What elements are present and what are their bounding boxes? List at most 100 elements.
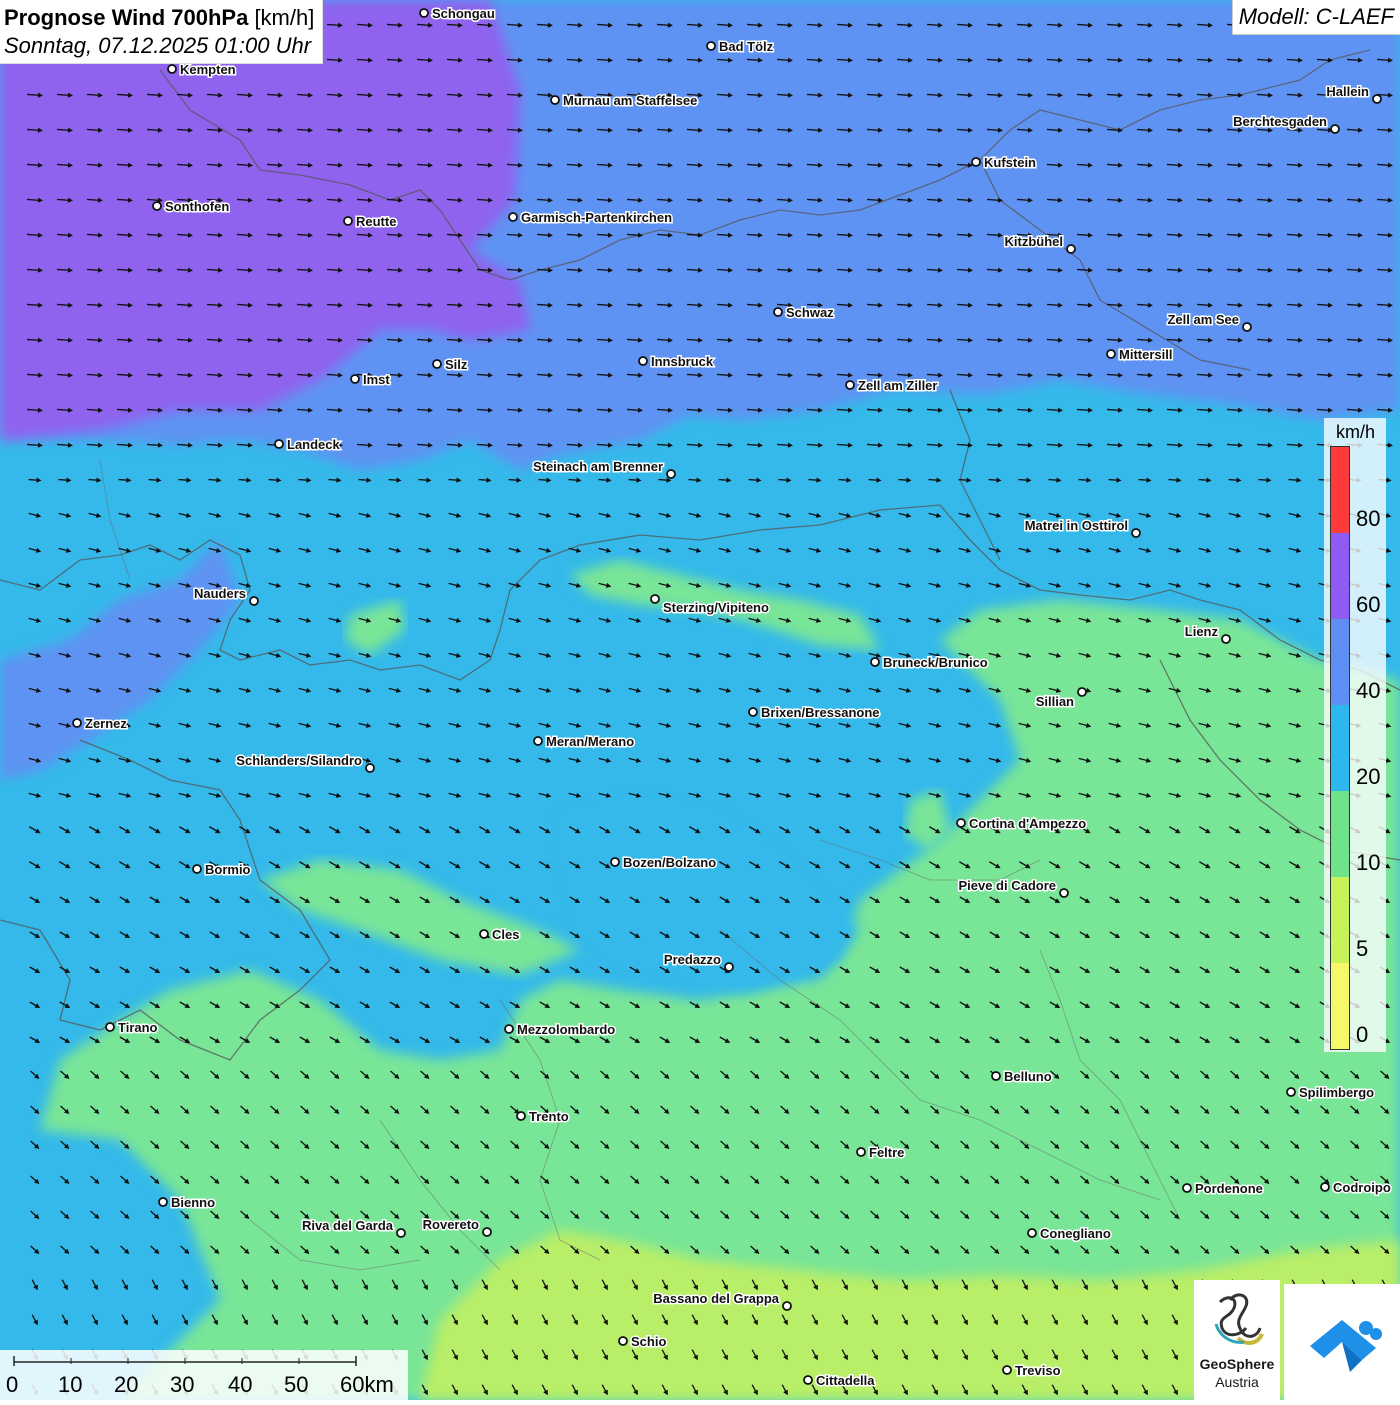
- city-label: Predazzo: [664, 952, 721, 967]
- city-dot: [1182, 1183, 1192, 1193]
- city-dot: [419, 8, 429, 18]
- scale-bar-label: 20: [114, 1372, 139, 1397]
- city-dot: [479, 929, 489, 939]
- city-label: Feltre: [869, 1145, 904, 1160]
- city-dot: [1059, 888, 1069, 898]
- city-dot: [192, 864, 202, 874]
- city-label: Brixen/Bressanone: [761, 705, 880, 720]
- geosphere-name: GeoSphere: [1199, 1356, 1275, 1372]
- city-label: Zernez: [85, 716, 127, 731]
- map-title: Prognose Wind 700hPa [km/h]: [4, 4, 314, 32]
- city-label: Bassano del Grappa: [653, 1291, 779, 1306]
- city-label: Pieve di Cadore: [958, 878, 1056, 893]
- wind-map: Schongau Bad Tölz Kempten Murnau am Staffel…: [0, 0, 1400, 1400]
- city-label: Murnau am Staffelsee: [563, 93, 697, 108]
- city-marker: Bozen/Bolzano: [610, 854, 718, 872]
- city-dot: [482, 1227, 492, 1237]
- legend-color-segment: [1331, 447, 1349, 533]
- city-dot: [845, 380, 855, 390]
- legend-label: 0: [1356, 1022, 1369, 1047]
- app-logo: [1284, 1284, 1400, 1400]
- city-dot: [773, 307, 783, 317]
- city-dot: [167, 64, 177, 74]
- city-label: Mezzolombardo: [517, 1022, 615, 1037]
- city-label: Garmisch-Partenkirchen: [521, 210, 672, 225]
- scale-bar-label: 40: [228, 1372, 253, 1397]
- city-marker: Schongau: [419, 5, 496, 23]
- city-label: Nauders: [194, 586, 246, 601]
- legend-label: 40: [1356, 678, 1381, 703]
- cloud-arrow-logo-icon: [1310, 1320, 1382, 1372]
- city-label: Codroipo: [1333, 1180, 1391, 1195]
- scale-bar-label: 30: [170, 1372, 195, 1397]
- legend-color-segment: [1331, 791, 1349, 877]
- title-main: Prognose Wind 700hPa: [4, 5, 249, 30]
- city-dot: [1330, 124, 1340, 134]
- city-label: Sterzing/Vipiteno: [663, 600, 769, 615]
- city-dot: [706, 41, 716, 51]
- scale-bar-label: 60km: [340, 1372, 394, 1397]
- city-dot: [1106, 349, 1116, 359]
- city-label: Kufstein: [984, 155, 1036, 170]
- city-dot: [1372, 94, 1382, 104]
- city-label: Silz: [445, 357, 468, 372]
- scale-bar-label: 10: [58, 1372, 83, 1397]
- city-marker: Sonthofen: [152, 198, 231, 216]
- city-dot: [991, 1071, 1001, 1081]
- city-label: Riva del Garda: [302, 1218, 394, 1233]
- city-dot: [1131, 528, 1141, 538]
- city-dot: [432, 359, 442, 369]
- city-marker: Brixen/Bressanone: [748, 704, 881, 722]
- city-label: Schongau: [432, 6, 495, 21]
- city-dot: [343, 216, 353, 226]
- city-label: Treviso: [1015, 1363, 1061, 1378]
- city-label: Bienno: [171, 1195, 215, 1210]
- city-label: Lienz: [1185, 624, 1219, 639]
- city-label: Innsbruck: [651, 354, 714, 369]
- city-label: Mittersill: [1119, 347, 1172, 362]
- model-label: Modell: C-LAEF: [1231, 0, 1400, 35]
- city-label: Conegliano: [1040, 1226, 1111, 1241]
- city-label: Steinach am Brenner: [533, 459, 663, 474]
- city-label: Bruneck/Brunico: [883, 655, 988, 670]
- city-dot: [249, 596, 259, 606]
- legend-label: 20: [1356, 764, 1381, 789]
- city-label: Schwaz: [786, 305, 834, 320]
- city-marker: Mezzolombardo: [504, 1021, 617, 1039]
- city-label: Berchtesgaden: [1233, 114, 1327, 129]
- city-marker: Innsbruck: [638, 353, 715, 371]
- city-label: Spilimbergo: [1299, 1085, 1374, 1100]
- city-dot: [1002, 1365, 1012, 1375]
- map-title-box: Prognose Wind 700hPa [km/h] Sonntag, 07.…: [0, 0, 324, 64]
- city-dot: [1221, 634, 1231, 644]
- city-dot: [638, 356, 648, 366]
- city-label: Zell am See: [1167, 312, 1239, 327]
- city-marker: Cortina d'Ampezzo: [956, 815, 1088, 833]
- city-marker: Bruneck/Brunico: [870, 654, 989, 672]
- city-dot: [365, 763, 375, 773]
- city-label: Bozen/Bolzano: [623, 855, 716, 870]
- city-label: Bad Tölz: [719, 39, 774, 54]
- city-label: Schio: [631, 1334, 666, 1349]
- city-marker: Spilimbergo: [1286, 1084, 1376, 1102]
- city-label: Meran/Merano: [546, 734, 634, 749]
- scale-bar-label: 50: [284, 1372, 309, 1397]
- city-label: Belluno: [1004, 1069, 1052, 1084]
- city-marker: Garmisch-Partenkirchen: [508, 209, 674, 227]
- city-dot: [956, 818, 966, 828]
- city-dot: [508, 212, 518, 222]
- city-dot: [971, 157, 981, 167]
- city-label: Bormio: [205, 862, 251, 877]
- city-marker: Conegliano: [1027, 1225, 1112, 1243]
- city-dot: [666, 469, 676, 479]
- city-dot: [504, 1024, 514, 1034]
- legend-unit: km/h: [1336, 422, 1376, 442]
- city-label: Reutte: [356, 214, 396, 229]
- city-label: Hallein: [1326, 84, 1369, 99]
- city-dot: [803, 1375, 813, 1385]
- city-label: Zell am Ziller: [858, 378, 937, 393]
- city-dot: [533, 736, 543, 746]
- city-label: Cittadella: [816, 1373, 875, 1388]
- legend-color-segment: [1331, 705, 1349, 791]
- city-marker: Pordenone: [1182, 1180, 1264, 1198]
